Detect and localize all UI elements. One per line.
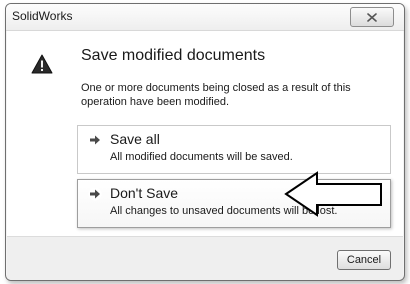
save-all-subtitle: All modified documents will be saved. xyxy=(110,151,293,163)
dialog-heading: Save modified documents xyxy=(81,47,266,64)
dont-save-option[interactable]: Don't Save All changes to unsaved docume… xyxy=(77,179,391,228)
cancel-button[interactable]: Cancel xyxy=(337,250,391,270)
close-button[interactable] xyxy=(350,7,394,27)
close-x-icon xyxy=(367,12,377,22)
green-arrow-icon xyxy=(88,133,102,147)
dialog-body: Save modified documents One or more docu… xyxy=(7,31,403,236)
green-arrow-icon xyxy=(88,187,102,201)
title-bar: SolidWorks xyxy=(6,4,404,31)
save-all-title: Save all xyxy=(110,131,160,147)
window-title: SolidWorks xyxy=(12,9,73,23)
save-all-option[interactable]: Save all All modified documents will be … xyxy=(77,125,391,174)
dialog-footer: Cancel xyxy=(7,236,403,280)
dont-save-title: Don't Save xyxy=(110,185,179,201)
dialog-description: One or more documents being closed as a … xyxy=(81,82,351,108)
warning-triangle-icon xyxy=(31,54,53,74)
dialog-window: SolidWorks Save modified documents One o… xyxy=(5,3,405,281)
dont-save-subtitle: All changes to unsaved documents will be… xyxy=(110,205,338,217)
